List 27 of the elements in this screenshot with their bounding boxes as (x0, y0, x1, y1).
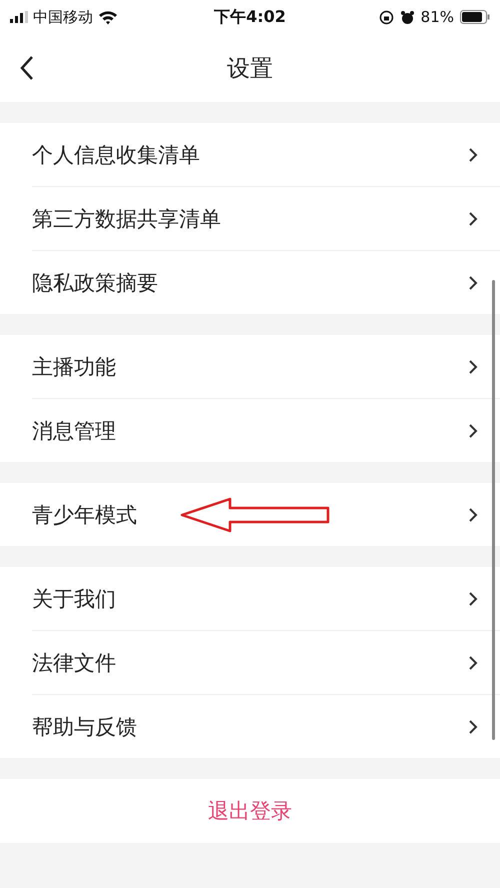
logout-button[interactable]: 退出登录 (0, 779, 500, 843)
chevron-right-icon (468, 718, 478, 734)
battery-percent: 81% (420, 8, 454, 26)
chevron-right-icon (468, 590, 478, 606)
signal-icon (10, 11, 28, 23)
chevron-right-icon (468, 146, 478, 162)
chevron-right-icon (468, 274, 478, 290)
chevron-right-icon (468, 654, 478, 670)
settings-item[interactable]: 关于我们 (32, 584, 468, 612)
chevron-right-icon (468, 422, 478, 438)
chevron-right-icon (468, 358, 478, 374)
battery-icon (460, 10, 490, 24)
alarm-icon (400, 10, 415, 24)
wifi-icon (98, 10, 118, 24)
carrier-name: 中国移动 (33, 8, 93, 26)
chevron-right-icon (468, 506, 478, 522)
settings-item[interactable]: 主播功能 (32, 352, 468, 380)
settings-item[interactable]: 个人信息收集清单 (32, 140, 468, 168)
chevron-right-icon (468, 210, 478, 226)
settings-item[interactable]: 第三方数据共享清单 (32, 204, 468, 232)
status-time: 下午4:02 (214, 6, 286, 28)
settings-item[interactable]: 帮助与反馈 (32, 712, 468, 740)
settings-item[interactable]: 消息管理 (32, 416, 468, 444)
page-title: 设置 (227, 54, 273, 84)
settings-item[interactable]: 法律文件 (32, 648, 468, 676)
rotation-lock-icon (378, 10, 394, 24)
settings-item[interactable]: 隐私政策摘要 (32, 268, 468, 296)
